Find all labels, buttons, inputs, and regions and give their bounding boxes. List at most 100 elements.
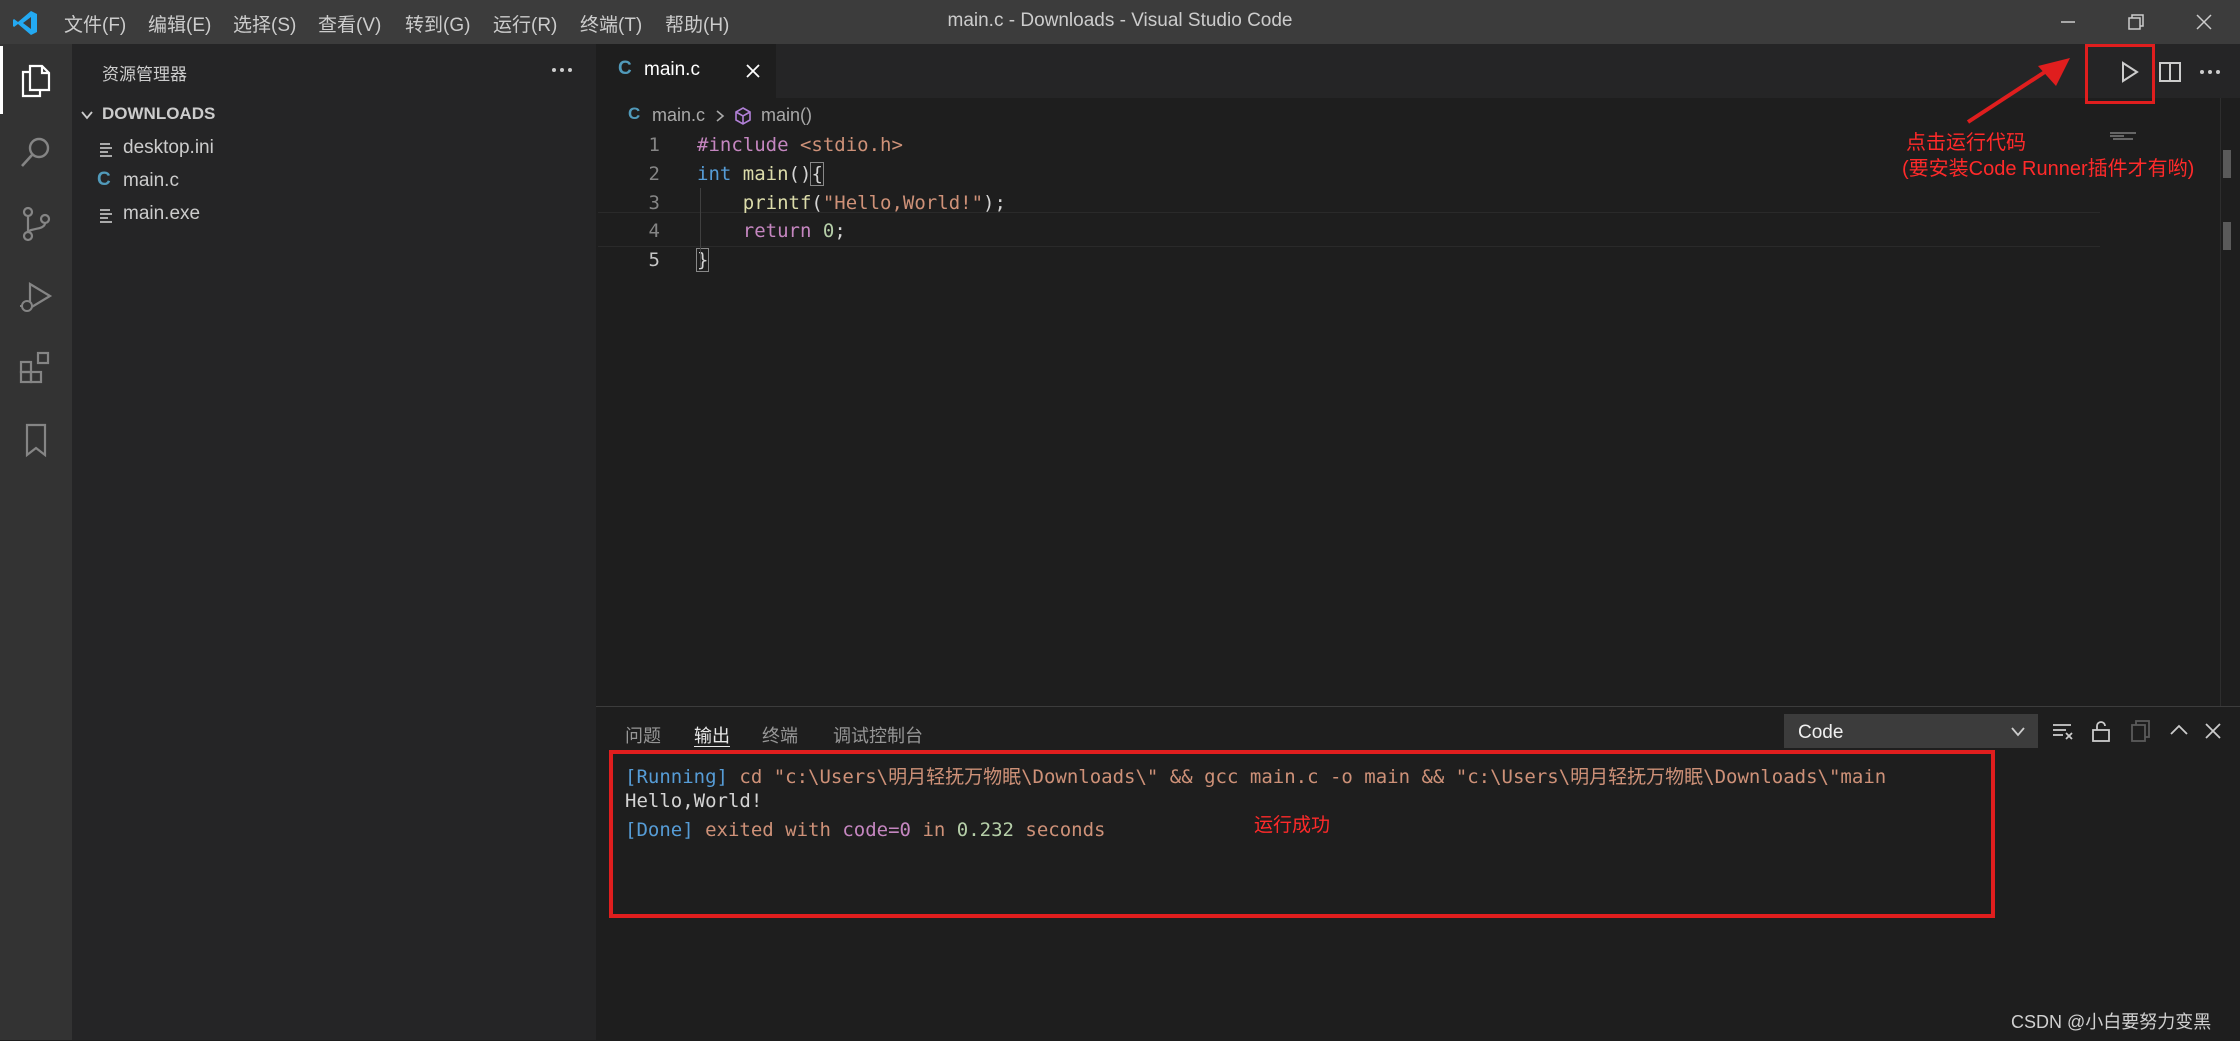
token-punct: () bbox=[788, 163, 812, 185]
token-punct: ; bbox=[834, 220, 846, 242]
run-hint-line-2: (要安装Code Runner插件才有哟) bbox=[1902, 158, 2195, 180]
close-panel-button[interactable] bbox=[2200, 718, 2226, 744]
menu-view[interactable]: 查看(V) bbox=[318, 10, 381, 37]
ellipsis-icon bbox=[2200, 70, 2220, 74]
code-line-5[interactable]: } bbox=[695, 248, 710, 272]
breadcrumb-file[interactable]: main.c bbox=[652, 105, 705, 126]
explorer-header: 资源管理器 bbox=[102, 65, 187, 84]
run-button-highlight bbox=[2085, 44, 2155, 104]
maximize-panel-button[interactable] bbox=[2166, 718, 2192, 744]
code-line-4[interactable]: return 0; bbox=[697, 220, 846, 242]
token-punct: ); bbox=[983, 192, 1006, 214]
scroll-lock-button[interactable] bbox=[2088, 718, 2114, 744]
token-directive: #include bbox=[697, 134, 789, 156]
watermark: CSDN @小白要努力变黑 bbox=[2011, 1012, 2212, 1032]
success-annotation: 运行成功 bbox=[1254, 815, 1331, 836]
chevron-down-icon bbox=[2011, 727, 2025, 737]
clear-output-button[interactable] bbox=[2050, 718, 2076, 744]
ellipsis-icon bbox=[552, 68, 572, 72]
menu-edit[interactable]: 编辑(E) bbox=[148, 10, 211, 37]
folder-downloads[interactable]: DOWNLOADS bbox=[72, 100, 596, 130]
split-editor-button[interactable] bbox=[2154, 56, 2186, 88]
menu-help[interactable]: 帮助(H) bbox=[665, 10, 729, 37]
editor-scrollbar-thumb[interactable] bbox=[2223, 150, 2231, 178]
c-file-icon: C bbox=[97, 169, 111, 190]
minimap[interactable] bbox=[2108, 132, 2220, 142]
arrow-icon bbox=[1966, 58, 2070, 124]
panel-tab-debug-console[interactable]: 调试控制台 bbox=[833, 722, 923, 748]
run-debug-button[interactable] bbox=[0, 260, 72, 332]
source-control-icon bbox=[22, 206, 51, 242]
extensions-icon bbox=[19, 351, 50, 384]
editor-more-button[interactable] bbox=[2194, 56, 2226, 88]
run-debug-icon bbox=[20, 282, 53, 312]
file-item-main-c[interactable]: C main.c bbox=[72, 166, 596, 198]
open-log-button[interactable] bbox=[2128, 718, 2154, 744]
restore-button[interactable] bbox=[2102, 0, 2170, 44]
panel-tab-terminal[interactable]: 终端 bbox=[762, 722, 798, 748]
file-item-desktop-ini[interactable]: desktop.ini bbox=[72, 133, 596, 165]
search-button[interactable] bbox=[0, 116, 72, 188]
unlock-icon bbox=[2092, 721, 2110, 742]
line-number-active: 5 bbox=[648, 249, 660, 271]
split-editor-icon bbox=[2159, 62, 2181, 82]
menu-file[interactable]: 文件(F) bbox=[64, 10, 126, 37]
chevron-down-icon bbox=[81, 111, 93, 120]
c-file-icon: C bbox=[628, 104, 641, 123]
file-name: desktop.ini bbox=[123, 137, 214, 158]
code-line-3[interactable]: printf("Hello,World!"); bbox=[697, 192, 1006, 214]
code-line-1[interactable]: #include <stdio.h> bbox=[697, 134, 903, 156]
menu-selection[interactable]: 选择(S) bbox=[233, 10, 296, 37]
search-icon bbox=[21, 137, 50, 167]
token-function: main bbox=[742, 163, 789, 185]
active-tab-underline bbox=[694, 746, 730, 747]
token-function: printf bbox=[742, 192, 812, 214]
copy-file-icon bbox=[2131, 720, 2150, 742]
file-lines-icon bbox=[100, 209, 112, 223]
current-line-highlight-bottom bbox=[598, 246, 2100, 247]
minimize-button[interactable] bbox=[2034, 0, 2102, 44]
tab-main-c[interactable]: C main.c bbox=[596, 44, 776, 98]
breadcrumb-symbol[interactable]: main() bbox=[761, 105, 812, 126]
folder-name: DOWNLOADS bbox=[102, 104, 216, 123]
close-tab-icon[interactable] bbox=[745, 63, 761, 79]
close-window-button[interactable] bbox=[2170, 0, 2238, 44]
run-hint-line-1: 点击运行代码 bbox=[1906, 132, 2026, 154]
file-name: main.c bbox=[123, 170, 179, 191]
c-file-icon: C bbox=[618, 58, 632, 79]
method-cube-icon bbox=[735, 107, 751, 125]
file-name: main.exe bbox=[123, 203, 201, 224]
minimap-line bbox=[2113, 138, 2133, 140]
explorer-button[interactable] bbox=[0, 44, 72, 116]
token-punct: ( bbox=[811, 192, 823, 214]
token-keyword: return bbox=[742, 220, 812, 242]
panel-tab-problems[interactable]: 问题 bbox=[625, 722, 661, 748]
close-icon bbox=[2196, 14, 2212, 30]
menu-terminal[interactable]: 终端(T) bbox=[580, 10, 642, 37]
token-brace-match: { bbox=[810, 162, 824, 186]
menu-go[interactable]: 转到(G) bbox=[405, 10, 470, 37]
token-number: 0 bbox=[822, 220, 835, 242]
scrollbar-track bbox=[2220, 98, 2221, 706]
files-icon bbox=[21, 64, 51, 98]
close-icon bbox=[2205, 723, 2221, 739]
chevron-right-icon bbox=[716, 110, 725, 122]
token-type: int bbox=[697, 163, 732, 185]
extensions-button[interactable] bbox=[0, 332, 72, 404]
file-item-main-exe[interactable]: main.exe bbox=[72, 199, 596, 231]
bookmarks-button[interactable] bbox=[0, 404, 72, 476]
editor-scrollbar-thumb-2[interactable] bbox=[2223, 222, 2231, 250]
token-string: "Hello,World!" bbox=[822, 192, 984, 214]
minimize-icon bbox=[2061, 21, 2075, 23]
select-value: Code bbox=[1798, 722, 1844, 743]
indent-guide bbox=[700, 188, 701, 268]
output-channel-select[interactable]: Code bbox=[1784, 714, 2038, 748]
explorer-more-button[interactable] bbox=[548, 58, 576, 82]
menu-run[interactable]: 运行(R) bbox=[493, 10, 557, 37]
code-line-2[interactable]: int main(){ bbox=[697, 162, 824, 186]
source-control-button[interactable] bbox=[0, 188, 72, 260]
panel-tab-output[interactable]: 输出 bbox=[694, 722, 730, 748]
